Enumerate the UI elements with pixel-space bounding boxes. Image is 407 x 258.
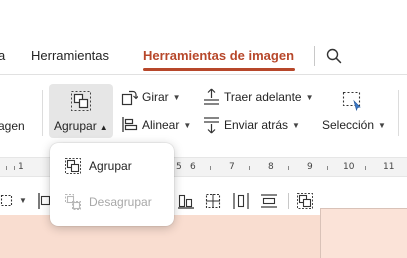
group-objects-icon — [70, 90, 92, 112]
ribbon-tab-bar: a Herramientas Herramientas de imagen — [0, 0, 407, 75]
seleccion-button[interactable]: Selección ▼ — [322, 118, 386, 132]
group-objects-icon[interactable] — [295, 191, 315, 211]
active-tab-indicator — [143, 68, 295, 71]
chevron-down-icon: ▼ — [305, 92, 314, 102]
menu-item-agrupar[interactable]: Agrupar — [50, 151, 174, 181]
toolbar-divider — [288, 193, 289, 209]
ruler-number: 9 — [307, 162, 313, 172]
agrupar-dropdown-menu: Agrupar Desagrupar — [50, 143, 174, 226]
chevron-down-icon: ▼ — [378, 120, 386, 130]
alinear-button[interactable]: Alinear ▼ — [142, 118, 191, 132]
ribbon-group-divider — [398, 90, 399, 136]
ruler-number: 8 — [268, 162, 274, 172]
chevron-up-icon: ▲ — [99, 123, 108, 132]
tab-herramientas[interactable]: Herramientas — [31, 48, 109, 63]
ruler-number: 7 — [229, 162, 235, 172]
send-backward-icon — [203, 116, 220, 134]
tab-partial[interactable]: a — [0, 48, 5, 63]
search-icon[interactable] — [325, 47, 343, 65]
ribbon-partial-label[interactable]: agen — [0, 119, 25, 133]
menu-item-label: Desagrupar — [89, 195, 152, 209]
align-middle-icon[interactable] — [259, 191, 279, 211]
menu-item-label: Agrupar — [89, 159, 132, 173]
distribute-grid-icon[interactable] — [203, 191, 223, 211]
align-center-vertical-icon[interactable] — [231, 191, 251, 211]
ruler-tick — [14, 166, 15, 170]
tab-divider — [314, 46, 315, 66]
chevron-down-icon: ▼ — [292, 120, 300, 130]
rotate-icon — [121, 89, 139, 106]
enviar-atras-button[interactable]: Enviar atrás ▼ — [224, 118, 300, 132]
selection-pane-icon — [340, 88, 364, 112]
ruler-tick — [288, 166, 289, 170]
chevron-down-icon: ▼ — [183, 120, 192, 130]
group-objects-icon — [64, 157, 82, 175]
ruler-number: 6 — [190, 162, 196, 172]
tab-herramientas-de-imagen[interactable]: Herramientas de imagen — [143, 48, 294, 63]
agrupar-label: Agrupar ▲ — [54, 119, 108, 133]
chevron-down-icon[interactable]: ▼ — [19, 196, 27, 205]
ruler-tick — [327, 166, 328, 170]
slide-shape[interactable] — [320, 208, 407, 258]
ruler-tick — [210, 166, 211, 170]
ruler-number: 5 — [176, 162, 182, 172]
ruler-tick — [249, 166, 250, 170]
ruler-number: 11 — [383, 162, 395, 172]
chevron-down-icon: ▼ — [172, 92, 181, 102]
ruler-number: 1 — [18, 162, 24, 172]
align-bottom-icon[interactable] — [176, 191, 196, 211]
ungroup-objects-icon — [64, 193, 82, 211]
girar-button[interactable]: Girar ▼ — [142, 90, 181, 104]
distribute-icon[interactable] — [0, 191, 20, 211]
ruler-tick — [365, 166, 366, 170]
menu-item-desagrupar: Desagrupar — [50, 187, 174, 217]
align-icon — [121, 116, 138, 133]
traer-adelante-button[interactable]: Traer adelante ▼ — [224, 90, 314, 104]
ribbon-group-divider — [42, 90, 43, 136]
ruler-number: 10 — [343, 162, 355, 172]
bring-forward-icon — [203, 88, 220, 106]
ruler-tick — [6, 166, 7, 170]
